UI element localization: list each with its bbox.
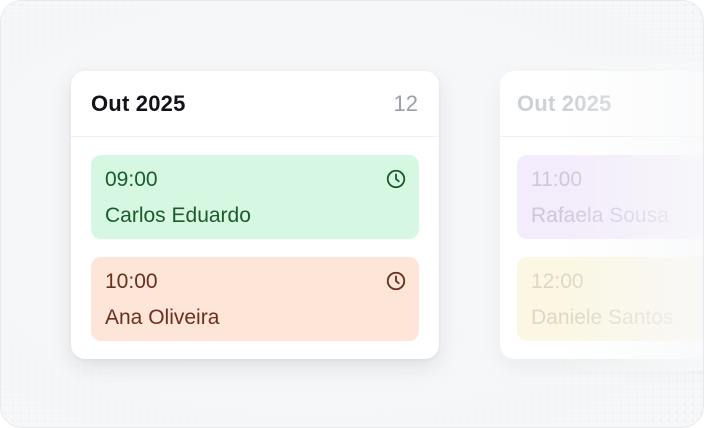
scheduler-frame: Out 2025 12 09:00 Carlos Eduardo 10:00 A… [0, 0, 704, 428]
appointment-client: Daniele Santos [531, 306, 674, 329]
appointment-slot[interactable]: 11:00 Rafaela Sousa [517, 155, 703, 239]
appointment-client: Carlos Eduardo [105, 204, 251, 227]
appointment-client: Ana Oliveira [105, 306, 220, 329]
appointment-time: 11:00 [531, 168, 582, 191]
appointment-slot[interactable]: 09:00 Carlos Eduardo [91, 155, 419, 239]
appointment-time: 12:00 [531, 270, 584, 293]
next-card-header: Out 2025 [500, 71, 703, 137]
appointment-slot[interactable]: 12:00 Daniele Santos [517, 257, 703, 341]
appointment-slot[interactable]: 10:00 Ana Oliveira [91, 257, 419, 341]
appointment-count: 12 [393, 90, 418, 116]
calendar-card-header: Out 2025 12 [71, 71, 439, 137]
clock-icon [386, 271, 406, 291]
next-calendar-card: Out 2025 11:00 Rafaela Sousa 12:00 Danie… [500, 71, 703, 359]
appointment-client: Rafaela Sousa [531, 204, 669, 227]
appointment-time: 09:00 [105, 168, 158, 191]
month-title: Out 2025 [91, 90, 186, 116]
appointment-time: 10:00 [105, 270, 158, 293]
clock-icon [386, 169, 406, 189]
calendar-card: Out 2025 12 09:00 Carlos Eduardo 10:00 A… [71, 71, 439, 359]
next-month-title: Out 2025 [517, 90, 612, 116]
